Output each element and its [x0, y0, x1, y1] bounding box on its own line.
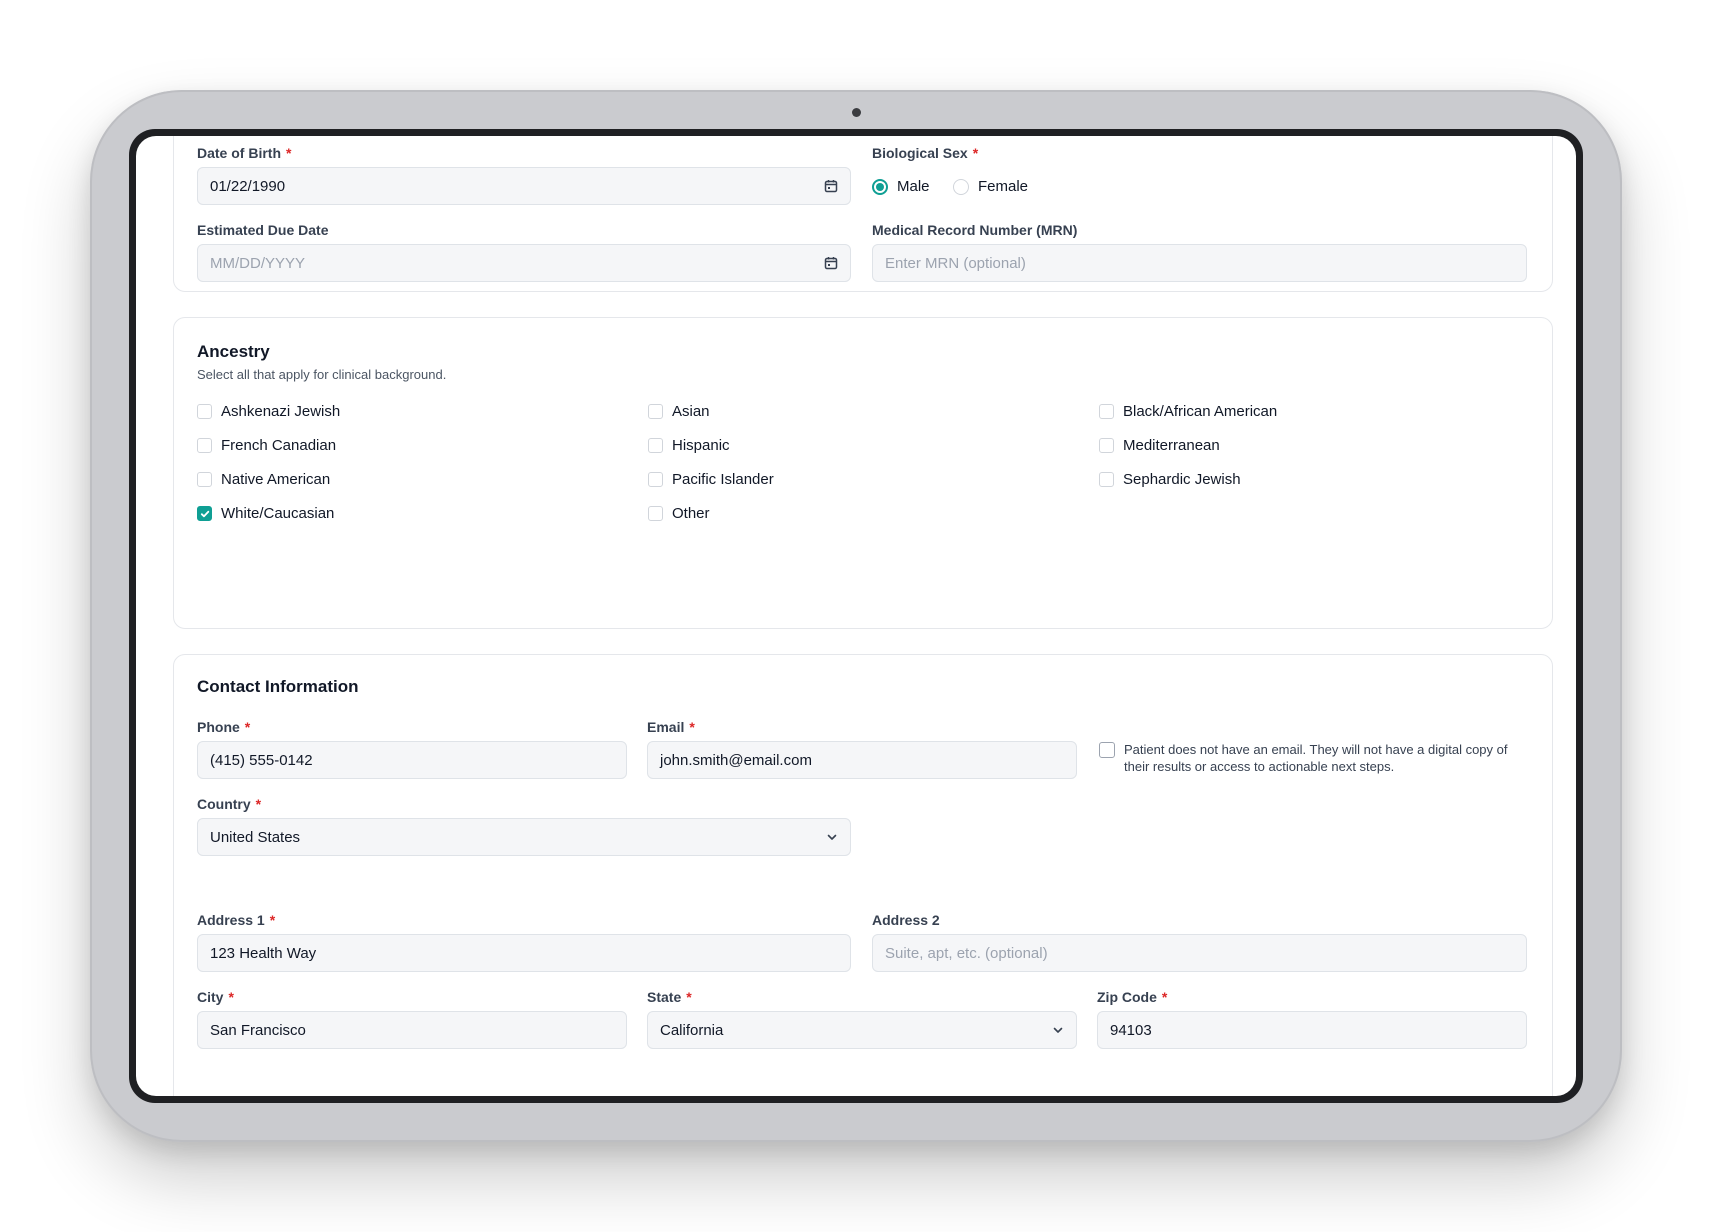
- tablet-frame: Date of Birth * 01/22/1990 Biological Sex…: [90, 90, 1622, 1142]
- address1-input[interactable]: 123 Health Way: [197, 934, 851, 972]
- state-select[interactable]: California: [647, 1011, 1077, 1049]
- city-label: City *: [197, 989, 234, 1005]
- zip-value: 94103: [1110, 1021, 1152, 1039]
- due-date-label: Estimated Due Date: [197, 222, 329, 238]
- address2-placeholder: Suite, apt, etc. (optional): [885, 944, 1048, 962]
- sex-label: Biological Sex *: [872, 145, 979, 161]
- checkbox-icon: [1099, 438, 1114, 453]
- state-label: State *: [647, 989, 692, 1005]
- address2-label: Address 2: [872, 912, 940, 928]
- checkbox-icon[interactable]: [1099, 742, 1115, 758]
- city-input[interactable]: San Francisco: [197, 1011, 627, 1049]
- phone-label: Phone *: [197, 719, 251, 735]
- address1-label: Address 1 *: [197, 912, 276, 928]
- checkbox-icon: [1099, 404, 1114, 419]
- ancestry-option[interactable]: Hispanic: [648, 437, 730, 454]
- country-select[interactable]: United States: [197, 818, 851, 856]
- email-value: john.smith@email.com: [660, 751, 812, 769]
- state-value: California: [660, 1021, 724, 1039]
- checkbox-checked-icon: [197, 506, 212, 521]
- contact-card: Contact Information Phone * (415) 555-014…: [173, 654, 1553, 1096]
- dob-input[interactable]: 01/22/1990: [197, 167, 851, 205]
- checkbox-icon: [648, 506, 663, 521]
- ancestry-subtitle: Select all that apply for clinical backg…: [197, 367, 447, 382]
- ancestry-option[interactable]: Sephardic Jewish: [1099, 471, 1241, 488]
- checkbox-icon: [648, 438, 663, 453]
- phone-input[interactable]: (415) 555-0142: [197, 741, 627, 779]
- ancestry-card: Ancestry Select all that apply for clini…: [173, 317, 1553, 629]
- ancestry-option[interactable]: Black/African American: [1099, 403, 1277, 420]
- phone-value: (415) 555-0142: [210, 751, 313, 769]
- sex-radio-female[interactable]: Female: [953, 178, 1028, 195]
- due-date-placeholder: MM/DD/YYYY: [210, 254, 306, 272]
- camera-dot: [852, 108, 861, 117]
- checkbox-icon: [197, 404, 212, 419]
- country-label: Country *: [197, 796, 262, 812]
- due-date-input[interactable]: MM/DD/YYYY: [197, 244, 851, 282]
- ancestry-option[interactable]: Native American: [197, 471, 330, 488]
- checkbox-icon: [197, 438, 212, 453]
- dob-label: Date of Birth *: [197, 145, 292, 161]
- email-input[interactable]: john.smith@email.com: [647, 741, 1077, 779]
- radio-unselected-icon: [953, 178, 969, 195]
- ancestry-option[interactable]: Asian: [648, 403, 710, 420]
- checkbox-icon: [648, 404, 663, 419]
- email-label: Email *: [647, 719, 695, 735]
- no-email-note: Patient does not have an email. They wil…: [1124, 742, 1508, 774]
- calendar-icon[interactable]: [824, 256, 838, 270]
- ancestry-option[interactable]: Mediterranean: [1099, 437, 1220, 454]
- address2-input[interactable]: Suite, apt, etc. (optional): [872, 934, 1527, 972]
- chevron-down-icon: [826, 831, 838, 843]
- checkbox-icon: [197, 472, 212, 487]
- ancestry-option[interactable]: Other: [648, 505, 710, 522]
- ancestry-option[interactable]: French Canadian: [197, 437, 336, 454]
- mrn-placeholder: Enter MRN (optional): [885, 254, 1026, 272]
- ancestry-option-checked[interactable]: White/Caucasian: [197, 505, 334, 522]
- zip-label: Zip Code *: [1097, 989, 1168, 1005]
- checkbox-icon: [1099, 472, 1114, 487]
- sex-radio-male[interactable]: Male: [872, 178, 930, 195]
- screen: Date of Birth * 01/22/1990 Biological Sex…: [136, 136, 1576, 1096]
- no-email-checkbox[interactable]: Patient does not have an email. They wil…: [1099, 741, 1519, 775]
- checkbox-icon: [648, 472, 663, 487]
- calendar-icon[interactable]: [824, 179, 838, 193]
- ancestry-title: Ancestry: [197, 342, 270, 361]
- radio-selected-icon: [872, 178, 888, 195]
- ancestry-option[interactable]: Ashkenazi Jewish: [197, 403, 340, 420]
- demographics-card: Date of Birth * 01/22/1990 Biological Sex…: [173, 136, 1553, 292]
- zip-input[interactable]: 94103: [1097, 1011, 1527, 1049]
- contact-title: Contact Information: [197, 677, 359, 696]
- tablet-bezel: Date of Birth * 01/22/1990 Biological Sex…: [129, 129, 1583, 1103]
- mrn-input[interactable]: Enter MRN (optional): [872, 244, 1527, 282]
- country-value: United States: [210, 828, 301, 846]
- mrn-label: Medical Record Number (MRN): [872, 222, 1078, 238]
- city-value: San Francisco: [210, 1021, 306, 1039]
- ancestry-option[interactable]: Pacific Islander: [648, 471, 774, 488]
- dob-value: 01/22/1990: [210, 177, 286, 195]
- chevron-down-icon: [1052, 1024, 1064, 1036]
- address1-value: 123 Health Way: [210, 944, 317, 962]
